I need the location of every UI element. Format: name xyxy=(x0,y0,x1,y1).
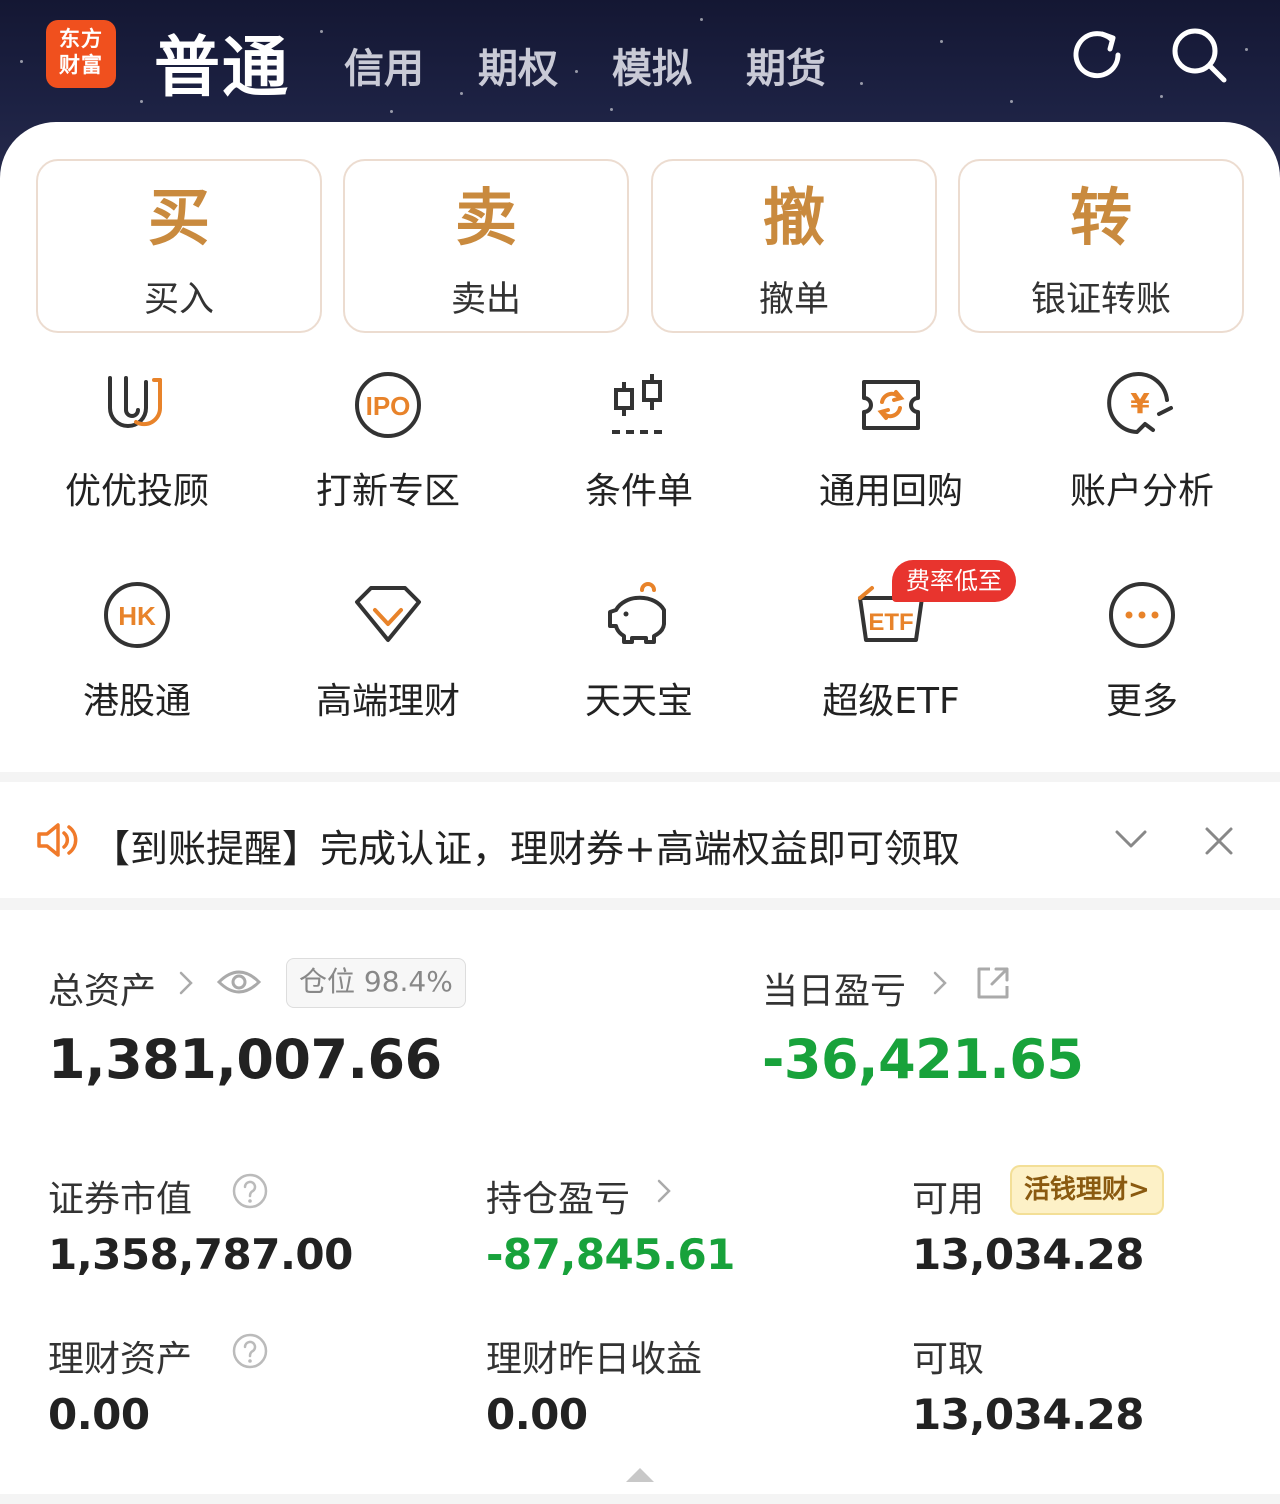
chevron-down-icon[interactable] xyxy=(1114,828,1148,850)
bank-transfer-glyph: 转 xyxy=(1069,181,1132,254)
total-assets-value: 1,381,007.66 xyxy=(48,1028,442,1091)
wealth-assets-value: 0.00 xyxy=(48,1390,150,1439)
grid-item-super-etf[interactable]: ETF 超级ETF xyxy=(781,580,1001,730)
tab-simulation[interactable]: 模拟 xyxy=(612,36,692,94)
grid-item-hk-connect[interactable]: HK 港股通 xyxy=(27,580,247,730)
app-logo: 东方 财富 xyxy=(46,20,116,88)
tab-normal[interactable]: 普通 xyxy=(154,14,290,110)
hk-connect-label: 港股通 xyxy=(82,681,191,722)
holding-pl-value: -87,845.61 xyxy=(486,1230,735,1279)
question-icon[interactable] xyxy=(231,1172,269,1210)
cancel-order-label: 撤单 xyxy=(758,280,829,320)
sell-button[interactable]: 卖 卖出 xyxy=(343,159,629,333)
share-icon[interactable] xyxy=(974,964,1012,1002)
search-icon[interactable] xyxy=(1168,24,1230,86)
yuan-analysis-icon: ¥ xyxy=(1107,372,1173,434)
svg-text:IPO: IPO xyxy=(366,391,411,421)
logo-line-2: 财富 xyxy=(59,52,103,77)
question-icon[interactable] xyxy=(231,1332,269,1370)
holding-pl-chevron-icon[interactable] xyxy=(656,1178,672,1204)
close-icon[interactable] xyxy=(1204,826,1234,856)
bank-transfer-button[interactable]: 转 银证转账 xyxy=(958,159,1244,333)
diamond-icon xyxy=(355,586,421,642)
buy-button[interactable]: 买 买入 xyxy=(36,159,322,333)
svg-text:ETF: ETF xyxy=(868,609,913,636)
tab-options[interactable]: 期权 xyxy=(478,36,558,94)
refresh-icon[interactable] xyxy=(1066,24,1128,86)
tab-futures[interactable]: 期货 xyxy=(746,36,826,94)
daily-pl-value: -36,421.65 xyxy=(762,1028,1084,1091)
account-analysis-label: 账户分析 xyxy=(1069,471,1214,512)
repurchase-icon xyxy=(862,380,920,430)
tab-credit[interactable]: 信用 xyxy=(344,36,424,94)
uu-advisor-icon xyxy=(108,376,163,428)
eye-visibility-icon[interactable] xyxy=(216,966,262,998)
svg-text:HK: HK xyxy=(118,601,156,631)
collapse-up-icon[interactable] xyxy=(624,1466,656,1484)
sell-glyph: 卖 xyxy=(454,181,517,254)
holding-pl-label[interactable]: 持仓盈亏 xyxy=(486,1170,630,1222)
daily-pl-label[interactable]: 当日盈亏 xyxy=(762,962,906,1014)
grid-item-ipo-zone[interactable]: IPO 打新专区 xyxy=(278,370,498,520)
huoqian-wealth-button[interactable]: 活钱理财> xyxy=(1010,1165,1164,1215)
grid-item-general-repo[interactable]: 通用回购 xyxy=(781,370,1001,520)
buy-glyph: 买 xyxy=(147,181,210,254)
total-assets-label[interactable]: 总资产 xyxy=(48,962,156,1014)
daily-pl-chevron-icon[interactable] xyxy=(932,970,948,996)
candlestick-icon xyxy=(612,374,668,434)
premium-wealth-label: 高端理财 xyxy=(315,681,460,722)
cancel-order-glyph: 撤 xyxy=(762,181,825,254)
sell-label: 卖出 xyxy=(450,280,521,320)
withdrawable-label: 可取 xyxy=(912,1339,985,1380)
ipo-zone-label: 打新专区 xyxy=(315,471,460,512)
uu-advisor-label: 优优投顾 xyxy=(64,471,209,512)
general-repo-label: 通用回购 xyxy=(818,471,963,512)
grid-item-conditional-order[interactable]: 条件单 xyxy=(529,370,749,520)
piggy-bank-icon xyxy=(608,582,666,644)
svg-text:¥: ¥ xyxy=(1130,387,1150,420)
assets-panel: 总资产 仓位 98.4% 当日盈亏 1,381,007.66 -36,421.6… xyxy=(0,910,1280,1494)
cancel-order-button[interactable]: 撤 撤单 xyxy=(651,159,937,333)
grid-item-uu-advisor[interactable]: 优优投顾 xyxy=(27,370,247,520)
grid-item-premium-wealth[interactable]: 高端理财 xyxy=(278,580,498,730)
available-label: 可用 xyxy=(912,1179,985,1220)
grid-item-account-analysis[interactable]: ¥ 账户分析 xyxy=(1032,370,1252,520)
hk-icon: HK xyxy=(104,582,170,648)
etf-fee-badge: 费率低至 xyxy=(892,560,1016,602)
market-value-label: 证券市值 xyxy=(48,1179,193,1220)
conditional-order-label: 条件单 xyxy=(584,471,693,512)
ipo-icon: IPO xyxy=(355,372,421,438)
speaker-icon xyxy=(37,823,78,857)
notice-bar[interactable]: 【到账提醒】完成认证，理财券+高端权益即可领取 xyxy=(0,782,1280,898)
wealth-yesterday-label: 理财昨日收益 xyxy=(486,1339,703,1380)
more-icon xyxy=(1109,582,1175,648)
bank-transfer-label: 银证转账 xyxy=(1030,280,1171,320)
wealth-yesterday-value: 0.00 xyxy=(486,1390,588,1439)
market-value-value: 1,358,787.00 xyxy=(48,1230,353,1279)
grid-item-more[interactable]: 更多 xyxy=(1032,580,1252,730)
logo-line-1: 东方 xyxy=(59,26,103,51)
trade-function-card: 买 买入 卖 卖出 撤 撤单 转 银证转账 优优投顾 IPO 打新专区 条件单 … xyxy=(0,122,1280,772)
available-value: 13,034.28 xyxy=(912,1230,1144,1279)
position-ratio-pill: 仓位 98.4% xyxy=(286,958,466,1008)
notice-text[interactable]: 【到账提醒】完成认证，理财券+高端权益即可领取 xyxy=(92,818,960,873)
tiantianbao-label: 天天宝 xyxy=(584,681,693,722)
wealth-assets-label: 理财资产 xyxy=(48,1339,193,1380)
buy-label: 买入 xyxy=(143,280,214,320)
grid-item-tiantianbao[interactable]: 天天宝 xyxy=(529,580,749,730)
super-etf-label: 超级ETF xyxy=(822,681,960,722)
total-assets-chevron-icon[interactable] xyxy=(178,970,194,996)
more-label: 更多 xyxy=(1105,681,1178,722)
withdrawable-value: 13,034.28 xyxy=(912,1390,1144,1439)
